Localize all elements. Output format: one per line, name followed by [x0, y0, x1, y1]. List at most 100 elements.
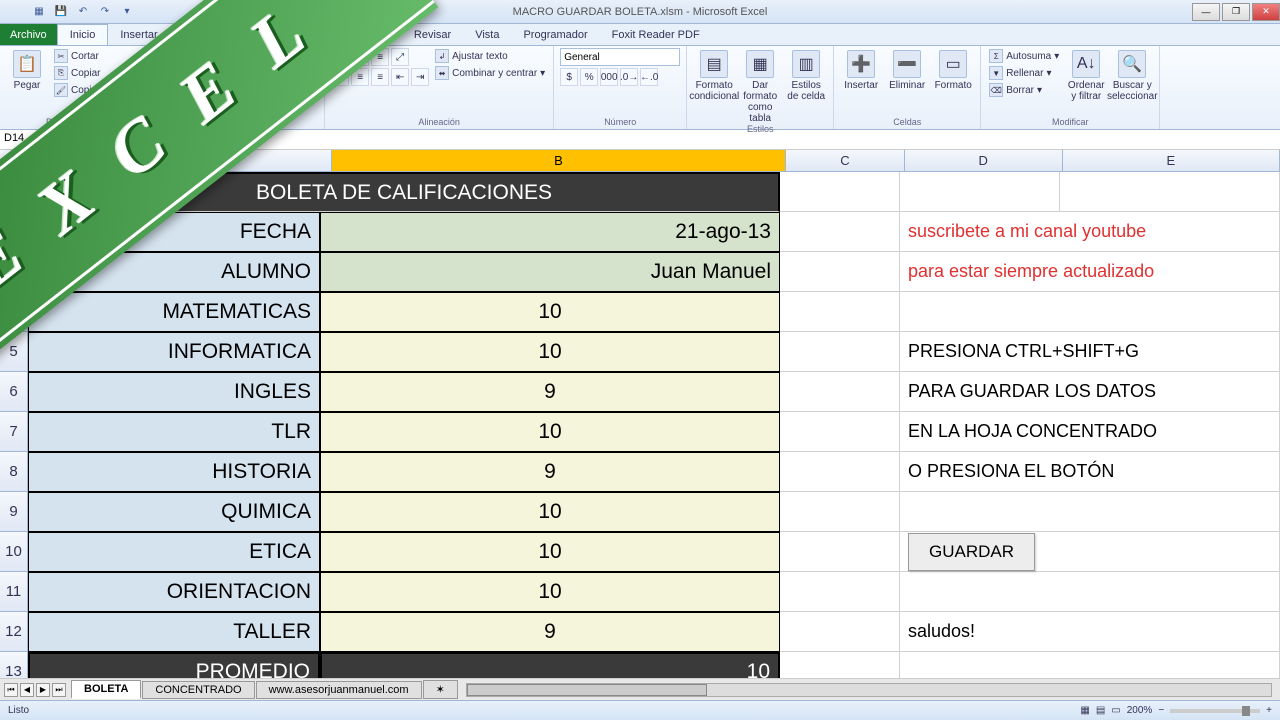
col-header-d[interactable]: D: [905, 150, 1063, 171]
cell-d3[interactable]: para estar siempre actualizado: [900, 252, 1280, 292]
tab-inicio[interactable]: Inicio: [57, 24, 109, 45]
scroll-thumb[interactable]: [467, 684, 707, 696]
cell-c3[interactable]: [780, 252, 900, 292]
row-header-13[interactable]: 13: [0, 652, 28, 678]
cell-d1[interactable]: [900, 172, 1060, 212]
boleta-value-9[interactable]: 10: [320, 572, 780, 612]
boleta-label-8[interactable]: ETICA: [28, 532, 320, 572]
tab-programador[interactable]: Programador: [511, 24, 599, 45]
row-header-7[interactable]: 7: [0, 412, 28, 452]
tab-foxit[interactable]: Foxit Reader PDF: [600, 24, 712, 45]
boleta-value-5[interactable]: 10: [320, 412, 780, 452]
redo-icon[interactable]: ↷: [96, 3, 114, 21]
cell-d5[interactable]: PRESIONA CTRL+SHIFT+G: [900, 332, 1280, 372]
first-sheet-button[interactable]: ⏮: [4, 683, 18, 697]
cell-e1[interactable]: [1060, 172, 1280, 212]
boleta-value-1[interactable]: Juan Manuel: [320, 252, 780, 292]
boleta-label-6[interactable]: HISTORIA: [28, 452, 320, 492]
worksheet[interactable]: A B C D E 1234567891011121314 BOLETA DE …: [0, 150, 1280, 678]
boleta-value-2[interactable]: 10: [320, 292, 780, 332]
sort-filter-button[interactable]: A↓Ordenar y filtrar: [1065, 48, 1107, 102]
cell-grid[interactable]: BOLETA DE CALIFICACIONESFECHA21-ago-13su…: [28, 172, 1280, 678]
row-header-6[interactable]: 6: [0, 372, 28, 412]
cell-styles-button[interactable]: ▥Estilos de celda: [785, 48, 827, 102]
boleta-label-7[interactable]: QUIMICA: [28, 492, 320, 532]
sheet-tab-concentrado[interactable]: CONCENTRADO: [142, 681, 254, 699]
fill-button[interactable]: ▼Rellenar ▾: [987, 65, 1061, 81]
cell-d4[interactable]: [900, 292, 1280, 332]
format-cells-button[interactable]: ▭Formato: [932, 48, 974, 91]
col-header-e[interactable]: E: [1063, 150, 1280, 171]
view-layout-icon[interactable]: ▤: [1096, 705, 1105, 716]
cell-c8[interactable]: [780, 452, 900, 492]
view-break-icon[interactable]: ▭: [1111, 705, 1120, 716]
percent-button[interactable]: %: [580, 68, 598, 86]
cell-d7[interactable]: EN LA HOJA CONCENTRADO: [900, 412, 1280, 452]
formula-input[interactable]: [140, 130, 1280, 149]
zoom-value[interactable]: 200%: [1127, 705, 1153, 716]
restore-button[interactable]: ❐: [1222, 3, 1250, 21]
undo-icon[interactable]: ↶: [74, 3, 92, 21]
cell-d10[interactable]: GUARDAR: [900, 532, 1280, 572]
indent-inc-button[interactable]: ⇥: [411, 68, 429, 86]
zoom-in-button[interactable]: +: [1266, 705, 1272, 716]
cell-c10[interactable]: [780, 532, 900, 572]
sheet-tab-boleta[interactable]: BOLETA: [71, 680, 141, 699]
next-sheet-button[interactable]: ▶: [36, 683, 50, 697]
wrap-text-button[interactable]: ↲Ajustar texto: [433, 48, 547, 64]
zoom-slider[interactable]: [1170, 709, 1260, 713]
horizontal-scrollbar[interactable]: [466, 683, 1272, 697]
boleta-label-10[interactable]: TALLER: [28, 612, 320, 652]
close-button[interactable]: ✕: [1252, 3, 1280, 21]
conditional-format-button[interactable]: ▤Formato condicional: [693, 48, 735, 102]
boleta-value-3[interactable]: 10: [320, 332, 780, 372]
sheet-tab-link[interactable]: www.asesorjuanmanuel.com: [256, 681, 422, 699]
boleta-label-9[interactable]: ORIENTACION: [28, 572, 320, 612]
boleta-value-6[interactable]: 9: [320, 452, 780, 492]
comma-button[interactable]: 000: [600, 68, 618, 86]
prev-sheet-button[interactable]: ◀: [20, 683, 34, 697]
zoom-out-button[interactable]: −: [1158, 705, 1164, 716]
insert-cells-button[interactable]: ➕Insertar: [840, 48, 882, 91]
cell-c2[interactable]: [780, 212, 900, 252]
row-header-10[interactable]: 10: [0, 532, 28, 572]
cell-d2[interactable]: suscribete a mi canal youtube: [900, 212, 1280, 252]
last-sheet-button[interactable]: ⏭: [52, 683, 66, 697]
cell-d8[interactable]: O PRESIONA EL BOTÓN: [900, 452, 1280, 492]
find-select-button[interactable]: 🔍Buscar y seleccionar: [1111, 48, 1153, 102]
orientation-button[interactable]: ⤢: [391, 48, 409, 66]
minimize-button[interactable]: —: [1192, 3, 1220, 21]
cell-c4[interactable]: [780, 292, 900, 332]
cell-c6[interactable]: [780, 372, 900, 412]
col-header-b[interactable]: B: [332, 150, 786, 171]
boleta-label-2[interactable]: MATEMATICAS: [28, 292, 320, 332]
cell-c11[interactable]: [780, 572, 900, 612]
cell-d9[interactable]: [900, 492, 1280, 532]
col-header-c[interactable]: C: [786, 150, 905, 171]
cell-c13[interactable]: [780, 652, 900, 678]
cell-c5[interactable]: [780, 332, 900, 372]
new-sheet-button[interactable]: ✶: [423, 680, 458, 699]
row-header-9[interactable]: 9: [0, 492, 28, 532]
merge-center-button[interactable]: ⬌Combinar y centrar ▾: [433, 65, 547, 81]
cell-c9[interactable]: [780, 492, 900, 532]
cell-c12[interactable]: [780, 612, 900, 652]
dec-decimal-button[interactable]: ←.0: [640, 68, 658, 86]
inc-decimal-button[interactable]: .0→: [620, 68, 638, 86]
paste-button[interactable]: 📋 Pegar: [6, 48, 48, 91]
cell-d6[interactable]: PARA GUARDAR LOS DATOS: [900, 372, 1280, 412]
row-header-8[interactable]: 8: [0, 452, 28, 492]
view-normal-icon[interactable]: ▦: [1080, 705, 1089, 716]
currency-button[interactable]: $: [560, 68, 578, 86]
row-header-12[interactable]: 12: [0, 612, 28, 652]
boleta-value-10[interactable]: 9: [320, 612, 780, 652]
row-header-11[interactable]: 11: [0, 572, 28, 612]
clear-button[interactable]: ⌫Borrar ▾: [987, 82, 1061, 98]
boleta-label-5[interactable]: TLR: [28, 412, 320, 452]
save-icon[interactable]: 💾: [52, 3, 70, 21]
align-right-button[interactable]: ≡: [371, 68, 389, 86]
indent-dec-button[interactable]: ⇤: [391, 68, 409, 86]
cell-c7[interactable]: [780, 412, 900, 452]
delete-cells-button[interactable]: ➖Eliminar: [886, 48, 928, 91]
cell-c1[interactable]: [780, 172, 900, 212]
